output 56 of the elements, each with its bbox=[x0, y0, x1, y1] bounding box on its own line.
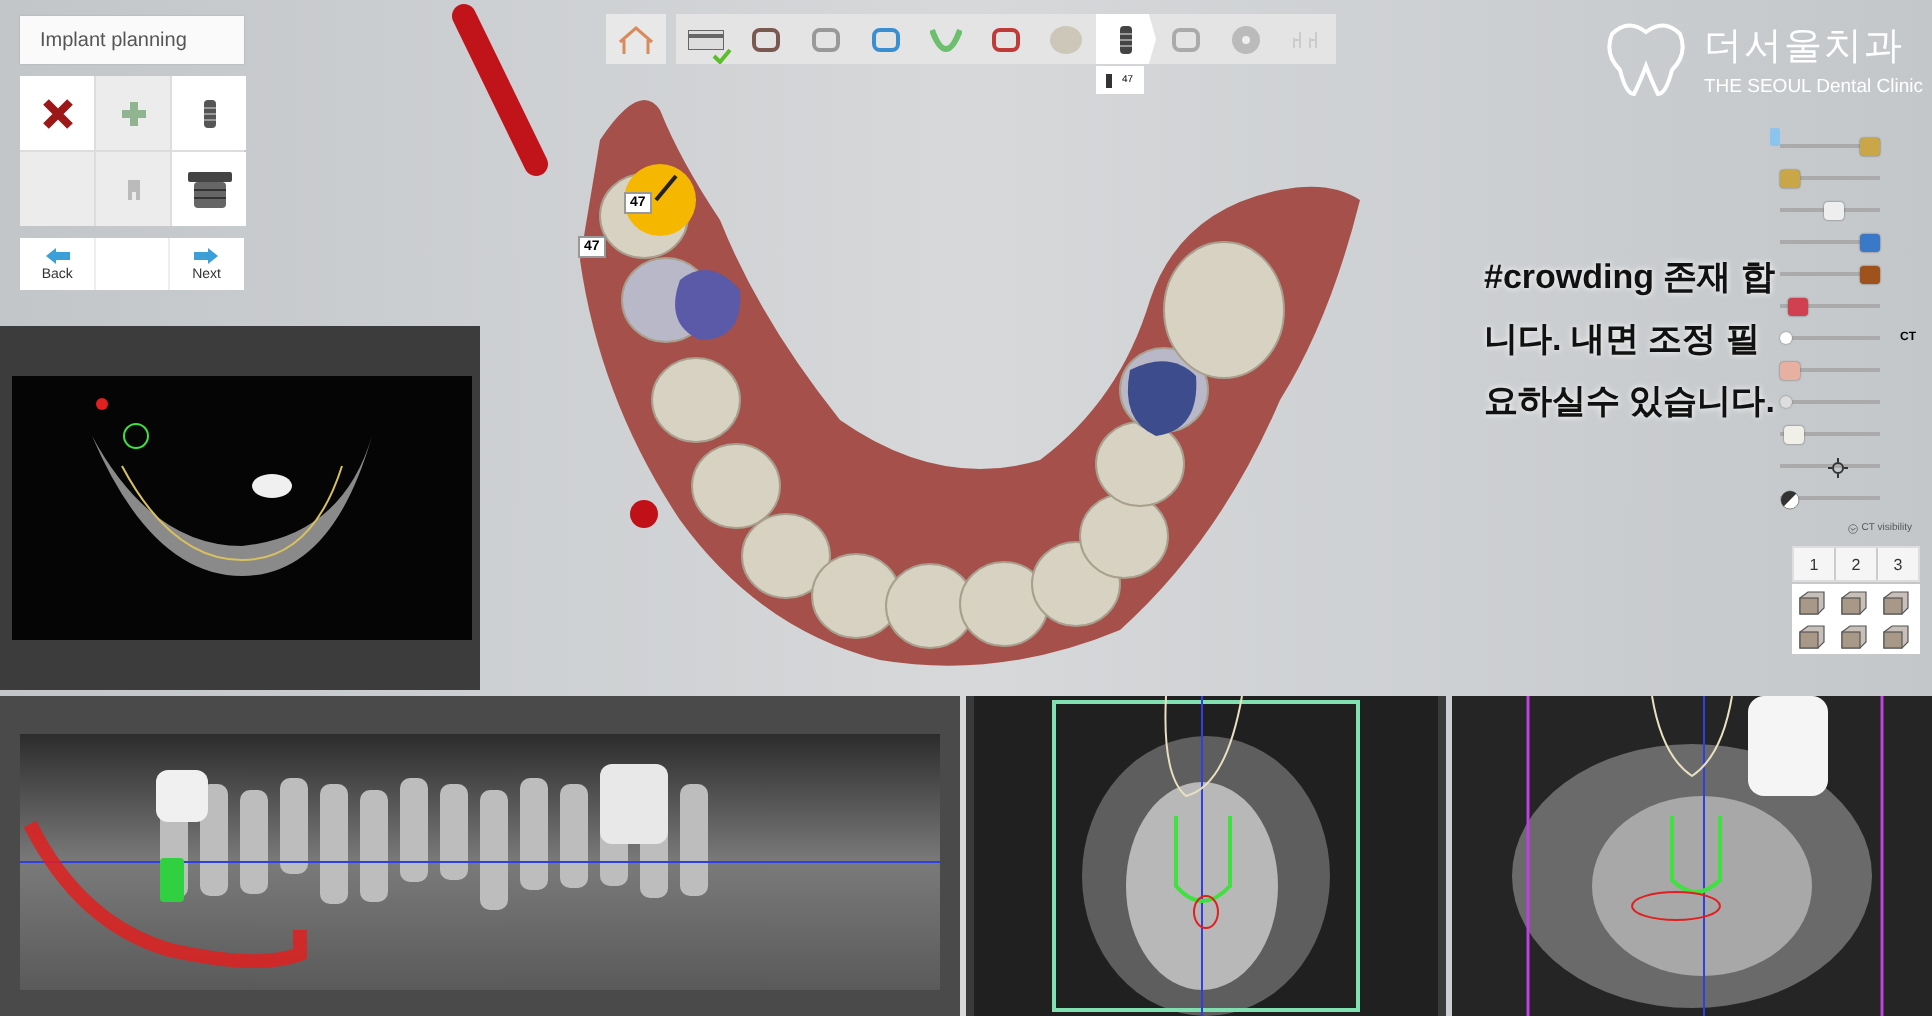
clinic-name: 더서울치과 bbox=[1704, 24, 1906, 72]
scan-icon bbox=[688, 29, 724, 49]
cube-icon bbox=[1882, 589, 1910, 615]
cube-icon bbox=[1840, 623, 1868, 649]
implant-icon bbox=[1106, 73, 1112, 87]
slider-thumb[interactable] bbox=[1780, 332, 1792, 344]
view-cube-button[interactable] bbox=[1794, 586, 1830, 618]
chevron-icon bbox=[1847, 523, 1858, 533]
delete-tool-button[interactable] bbox=[20, 76, 94, 150]
brightness-icon[interactable] bbox=[1828, 457, 1848, 477]
arch-icon bbox=[930, 27, 962, 51]
tooth-pair-icon bbox=[1292, 29, 1320, 49]
view-cube-button[interactable] bbox=[1836, 620, 1872, 652]
abutment-icon bbox=[123, 179, 143, 199]
soft-tissue-slider-thumb[interactable] bbox=[1780, 361, 1800, 379]
cube-icon bbox=[1882, 623, 1910, 649]
nerve-slider-thumb[interactable] bbox=[1788, 297, 1808, 315]
view-cube-button[interactable] bbox=[1836, 586, 1872, 618]
view-tab[interactable]: 2 bbox=[1836, 548, 1876, 580]
crown-slider-thumb[interactable] bbox=[1824, 201, 1844, 219]
view-cube-button[interactable] bbox=[1878, 620, 1914, 652]
left-arrow-icon bbox=[45, 247, 70, 263]
sphere-marker bbox=[630, 500, 658, 528]
implant-icon bbox=[203, 99, 215, 127]
view-tab[interactable]: 1 bbox=[1794, 548, 1834, 580]
home-button[interactable] bbox=[606, 14, 666, 64]
slider-thumb[interactable] bbox=[1780, 396, 1792, 408]
delete-icon bbox=[41, 97, 73, 129]
tooth-logo-icon bbox=[1604, 21, 1688, 97]
view-cube-button[interactable] bbox=[1794, 620, 1830, 652]
implant-icon bbox=[1120, 25, 1132, 53]
clinic-subtitle: THE SEOUL Dental Clinic bbox=[1704, 76, 1923, 98]
cube-icon bbox=[1798, 623, 1826, 649]
workflow-step-button[interactable] bbox=[1096, 14, 1156, 64]
implant-tool-button[interactable] bbox=[172, 76, 246, 150]
annotation-text: #crowding 존재 합 bbox=[1484, 256, 1775, 300]
abutment-slider-thumb[interactable] bbox=[1780, 169, 1800, 187]
model-slider-thumb[interactable] bbox=[1784, 425, 1804, 443]
panel-title: Implant planning bbox=[20, 16, 244, 64]
drill-slider-thumb[interactable] bbox=[1860, 265, 1880, 283]
view-tab[interactable]: 3 bbox=[1878, 548, 1918, 580]
check-icon bbox=[712, 48, 732, 64]
add-icon bbox=[119, 99, 147, 127]
annotation-text: 니다. 내면 조정 필 bbox=[1484, 318, 1762, 362]
sleeve-tool-button[interactable] bbox=[172, 152, 246, 226]
cube-icon bbox=[1798, 589, 1826, 615]
contrast-icon[interactable] bbox=[1780, 489, 1800, 509]
right-arrow-icon bbox=[194, 247, 219, 263]
implant-icon bbox=[1770, 128, 1780, 146]
cube-icon bbox=[1840, 589, 1868, 615]
disc-icon bbox=[1230, 23, 1262, 55]
sleeve-slider-thumb[interactable] bbox=[1860, 233, 1880, 251]
view-cube-button[interactable] bbox=[1878, 586, 1914, 618]
abutment-slider-thumb[interactable] bbox=[1860, 137, 1880, 155]
annotation-text: 요하실수 있습니다. bbox=[1484, 380, 1775, 424]
home-icon bbox=[618, 25, 654, 53]
